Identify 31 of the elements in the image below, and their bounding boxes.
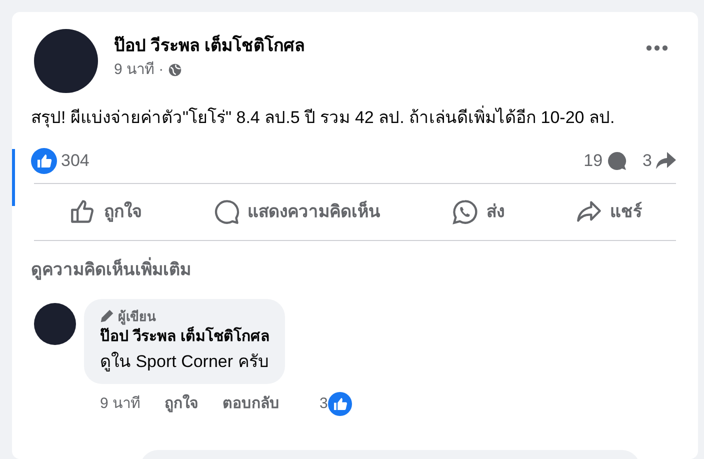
reply-link[interactable]: ตอบกลับ	[222, 392, 280, 416]
more-options-icon[interactable]	[646, 45, 668, 51]
share-arrow-icon	[656, 152, 676, 170]
like-reaction-icon[interactable]	[31, 148, 57, 174]
share-count[interactable]: 3	[642, 148, 652, 174]
share-button[interactable]: แชร์	[572, 193, 646, 231]
comment-reaction-count[interactable]: 3	[320, 392, 328, 416]
comment-time[interactable]: 9 นาที	[100, 392, 141, 416]
chat-phone-icon	[452, 199, 478, 225]
like-button[interactable]: ถูกใจ	[66, 193, 146, 231]
pencil-icon	[100, 309, 114, 324]
like-link[interactable]: ถูกใจ	[164, 392, 199, 416]
comment-author[interactable]: ป๊อป วีระพล เต็มโชติโกศล	[100, 326, 270, 348]
share-arrow-icon	[576, 199, 602, 225]
post-time[interactable]: 9 นาที ·	[114, 58, 164, 81]
comment-count[interactable]: 19	[584, 148, 603, 174]
speech-bubble-icon	[214, 199, 240, 225]
focus-indicator	[12, 149, 15, 206]
avatar[interactable]	[34, 302, 76, 344]
comment-button[interactable]: แสดงความคิดเห็น	[210, 193, 385, 231]
post-text: สรุป! ผีแบ่งจ่ายค่าตัว"โยโร่" 8.4 ลป.5 ปี รวม 42 ลป. ถ้าเล่นดีเพิ่มได้อีก 10-20 ลป.	[31, 105, 676, 131]
globe-icon	[168, 62, 182, 77]
like-reaction-icon	[328, 392, 352, 416]
reaction-count[interactable]: 304	[61, 148, 90, 174]
thumbs-up-icon	[70, 199, 96, 225]
comment-text: ดูใน Sport Corner ครับ	[100, 350, 270, 374]
author-name[interactable]: ป๊อป วีระพล เต็มโชติโกศล	[114, 33, 630, 58]
send-button[interactable]: ส่ง	[448, 193, 508, 231]
author-label: ผู้เขียน	[118, 308, 156, 326]
more-comments-link[interactable]: ดูความคิดเห็นเพิ่มเติม	[31, 257, 676, 282]
speech-bubble-icon	[606, 151, 627, 171]
